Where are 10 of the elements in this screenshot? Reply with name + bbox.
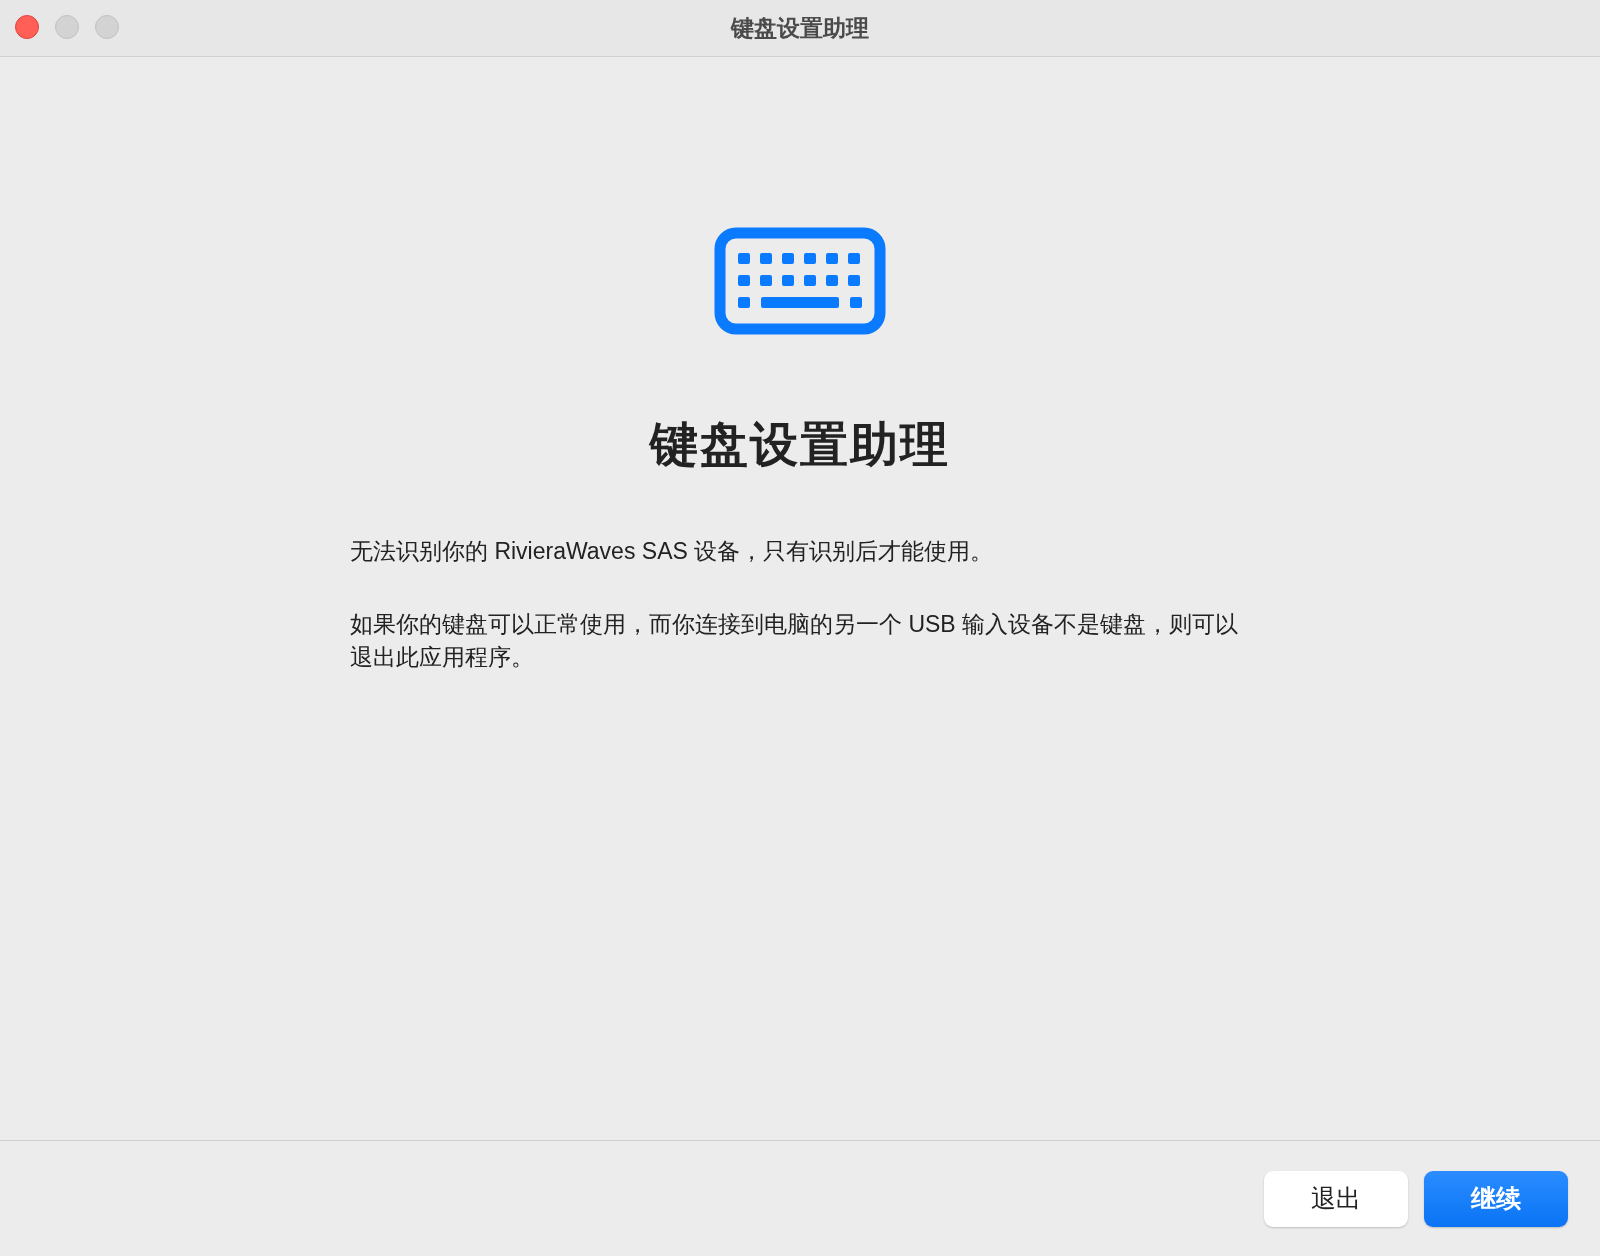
message-paragraph: 无法识别你的 RivieraWaves SAS 设备，只有识别后才能使用。 xyxy=(350,537,995,566)
continue-button[interactable]: 继续 xyxy=(1424,1170,1568,1227)
heading: 键盘设置助理 xyxy=(650,417,950,473)
message-paragraph: 如果你的键盘可以正常使用，而你连接到电脑的另一个 USB 输入设备不是键盘，则可以退出此应用程序。 xyxy=(350,610,1240,672)
window-title: 键盘设置助理 xyxy=(731,13,869,43)
close-button[interactable] xyxy=(15,15,39,39)
keyboard-icon xyxy=(714,227,886,335)
quit-button[interactable]: 退出 xyxy=(1264,1170,1408,1227)
zoom-button[interactable] xyxy=(95,15,119,39)
minimize-button[interactable] xyxy=(55,15,79,39)
